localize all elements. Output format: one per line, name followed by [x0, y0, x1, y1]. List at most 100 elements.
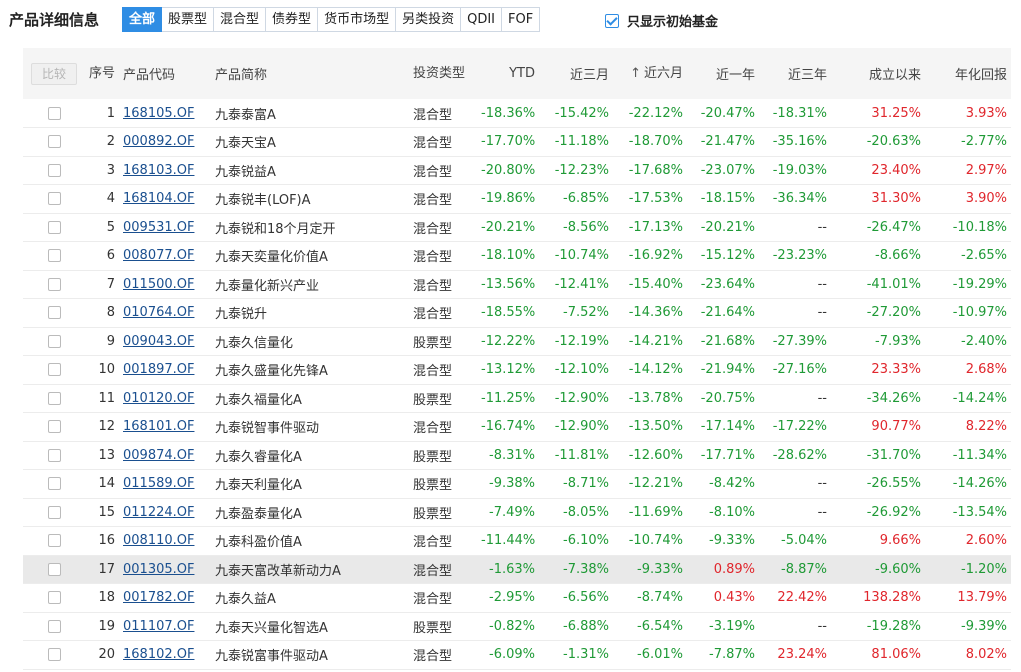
row-checkbox[interactable]: [47, 106, 61, 120]
cell-since: -7.93%: [831, 327, 925, 356]
fund-code-link[interactable]: 001782.OF: [123, 590, 194, 605]
col-code[interactable]: 产品代码: [119, 48, 211, 99]
row-checkbox[interactable]: [47, 591, 61, 605]
cell-annual: 2.68%: [925, 355, 1011, 385]
table-row[interactable]: 1 168105.OF 九泰泰富A 混合型 -18.36% -15.42% -22.12% -…: [23, 99, 1011, 128]
row-checkbox[interactable]: [47, 448, 61, 462]
table-row[interactable]: 12 168101.OF 九泰锐智事件驱动 混合型 -16.74% -12.90% -13.…: [23, 412, 1011, 442]
cell-m3: -8.56%: [539, 213, 613, 242]
row-checkbox[interactable]: [47, 249, 61, 263]
table-row[interactable]: 15 011224.OF 九泰盈泰量化A 股票型 -7.49% -8.05% -11.69%…: [23, 498, 1011, 527]
fund-code-link[interactable]: 168103.OF: [123, 163, 194, 178]
fund-code-link[interactable]: 000892.OF: [123, 134, 194, 149]
fund-code-link[interactable]: 168104.OF: [123, 191, 194, 206]
table-row[interactable]: 11 010120.OF 九泰久福量化A 股票型 -11.25% -12.90% -13.7…: [23, 384, 1011, 413]
tab-4[interactable]: 货币市场型: [318, 7, 397, 32]
table-row[interactable]: 9 009043.OF 九泰久信量化 股票型 -12.22% -12.19% -14.21%…: [23, 327, 1011, 356]
table-row[interactable]: 5 009531.OF 九泰锐和18个月定开 混合型 -20.21% -8.56% -17.…: [23, 213, 1011, 242]
tab-6[interactable]: QDII: [461, 7, 503, 32]
checkbox-checked-icon[interactable]: [605, 13, 619, 28]
table-row[interactable]: 17 001305.OF 九泰天富改革新动力A 混合型 -1.63% -7.38% -9.3…: [23, 555, 1011, 584]
fund-code-link[interactable]: 011107.OF: [123, 619, 194, 634]
initial-fund-filter[interactable]: 只显示初始基金: [605, 11, 718, 30]
table-row[interactable]: 18 001782.OF 九泰久益A 混合型 -2.95% -6.56% -8.74% 0.4…: [23, 583, 1011, 613]
row-checkbox[interactable]: [47, 220, 61, 234]
table-row[interactable]: 6 008077.OF 九泰天奕量化价值A 混合型 -18.10% -10.74% -16.…: [23, 241, 1011, 271]
fund-name: 九泰盈泰量化A: [211, 498, 409, 527]
fund-code-link[interactable]: 008110.OF: [123, 533, 194, 548]
fund-code-link[interactable]: 168102.OF: [123, 647, 194, 662]
row-checkbox[interactable]: [47, 163, 61, 177]
row-checkbox[interactable]: [47, 192, 61, 206]
row-checkbox[interactable]: [47, 505, 61, 519]
tab-3[interactable]: 债券型: [266, 7, 319, 32]
table-row[interactable]: 13 009874.OF 九泰久睿量化A 股票型 -8.31% -11.81% -12.60…: [23, 441, 1011, 470]
col-6m[interactable]: ↑ 近六月: [613, 48, 687, 99]
compare-button[interactable]: 比较: [31, 62, 77, 85]
row-checkbox[interactable]: [47, 391, 61, 405]
fund-code-link[interactable]: 001897.OF: [123, 362, 194, 377]
col-since-inception[interactable]: 成立以来: [831, 48, 925, 99]
cell-m3: -12.90%: [539, 384, 613, 413]
table-row[interactable]: 20 168102.OF 九泰锐富事件驱动A 混合型 -6.09% -1.31% -6.01…: [23, 640, 1011, 670]
fund-code-link[interactable]: 009043.OF: [123, 334, 194, 349]
fund-type: 混合型: [409, 355, 477, 385]
row-checkbox[interactable]: [47, 334, 61, 348]
table-row[interactable]: 19 011107.OF 九泰天兴量化智选A 股票型 -0.82% -6.88% -6.54…: [23, 612, 1011, 641]
cell-m6: -12.60%: [613, 441, 687, 470]
fund-code-link[interactable]: 010120.OF: [123, 391, 194, 406]
col-3y[interactable]: 近三年: [759, 48, 831, 99]
cell-annual: -10.97%: [925, 298, 1011, 328]
col-3m[interactable]: 近三月: [539, 48, 613, 99]
table-row[interactable]: 7 011500.OF 九泰量化新兴产业 混合型 -13.56% -12.41% -15.4…: [23, 270, 1011, 299]
fund-code-link[interactable]: 011224.OF: [123, 505, 194, 520]
col-ytd[interactable]: YTD: [477, 48, 539, 99]
row-checkbox[interactable]: [47, 619, 61, 633]
col-1y[interactable]: 近一年: [687, 48, 759, 99]
table-row[interactable]: 10 001897.OF 九泰久盛量化先锋A 混合型 -13.12% -12.10% -14…: [23, 355, 1011, 385]
table-row[interactable]: 3 168103.OF 九泰锐益A 混合型 -20.80% -12.23% -17.68% -…: [23, 156, 1011, 185]
fund-code-link[interactable]: 168101.OF: [123, 419, 194, 434]
cell-annual: -11.34%: [925, 441, 1011, 470]
row-index: 3: [85, 156, 119, 185]
table-row[interactable]: 8 010764.OF 九泰锐升 混合型 -18.55% -7.52% -14.36% -21…: [23, 298, 1011, 328]
cell-annual: -19.29%: [925, 270, 1011, 299]
col-name[interactable]: 产品简称: [211, 48, 409, 99]
fund-code-link[interactable]: 168105.OF: [123, 106, 194, 121]
cell-since: 23.40%: [831, 156, 925, 185]
table-row[interactable]: 14 011589.OF 九泰天利量化A 股票型 -9.38% -8.71% -12.21%…: [23, 469, 1011, 499]
sort-up-icon[interactable]: ↑: [630, 65, 641, 82]
tab-1[interactable]: 股票型: [162, 7, 215, 32]
tab-2[interactable]: 混合型: [214, 7, 267, 32]
tab-5[interactable]: 另类投资: [396, 7, 462, 32]
cell-y1: 0.43%: [687, 583, 759, 613]
fund-code-link[interactable]: 008077.OF: [123, 248, 194, 263]
fund-name: 九泰量化新兴产业: [211, 270, 409, 299]
col-annualized[interactable]: 年化回报: [925, 48, 1011, 99]
row-checkbox[interactable]: [47, 363, 61, 377]
row-index: 2: [85, 127, 119, 157]
fund-code-link[interactable]: 011589.OF: [123, 476, 194, 491]
tab-7[interactable]: FOF: [502, 7, 541, 32]
col-type[interactable]: 投资类型: [409, 48, 477, 99]
row-checkbox[interactable]: [47, 534, 61, 548]
fund-code-link[interactable]: 011500.OF: [123, 277, 194, 292]
table-row[interactable]: 2 000892.OF 九泰天宝A 混合型 -17.70% -11.18% -18.70% -…: [23, 127, 1011, 157]
row-checkbox[interactable]: [47, 648, 61, 662]
cell-y3: -5.04%: [759, 526, 831, 556]
fund-code-link[interactable]: 009874.OF: [123, 448, 194, 463]
table-row[interactable]: 16 008110.OF 九泰科盈价值A 混合型 -11.44% -6.10% -10.74…: [23, 526, 1011, 556]
row-checkbox[interactable]: [47, 420, 61, 434]
tab-0[interactable]: 全部: [122, 7, 163, 32]
fund-code-link[interactable]: 009531.OF: [123, 220, 194, 235]
row-checkbox[interactable]: [47, 477, 61, 491]
row-index: 13: [85, 441, 119, 470]
row-checkbox[interactable]: [47, 306, 61, 320]
fund-code-link[interactable]: 010764.OF: [123, 305, 194, 320]
row-checkbox[interactable]: [47, 562, 61, 576]
fund-code-link[interactable]: 001305.OF: [123, 562, 194, 577]
row-checkbox[interactable]: [47, 135, 61, 149]
row-checkbox[interactable]: [47, 277, 61, 291]
table-row[interactable]: 4 168104.OF 九泰锐丰(LOF)A 混合型 -19.86% -6.85% -17.…: [23, 184, 1011, 214]
row-index: 14: [85, 469, 119, 499]
